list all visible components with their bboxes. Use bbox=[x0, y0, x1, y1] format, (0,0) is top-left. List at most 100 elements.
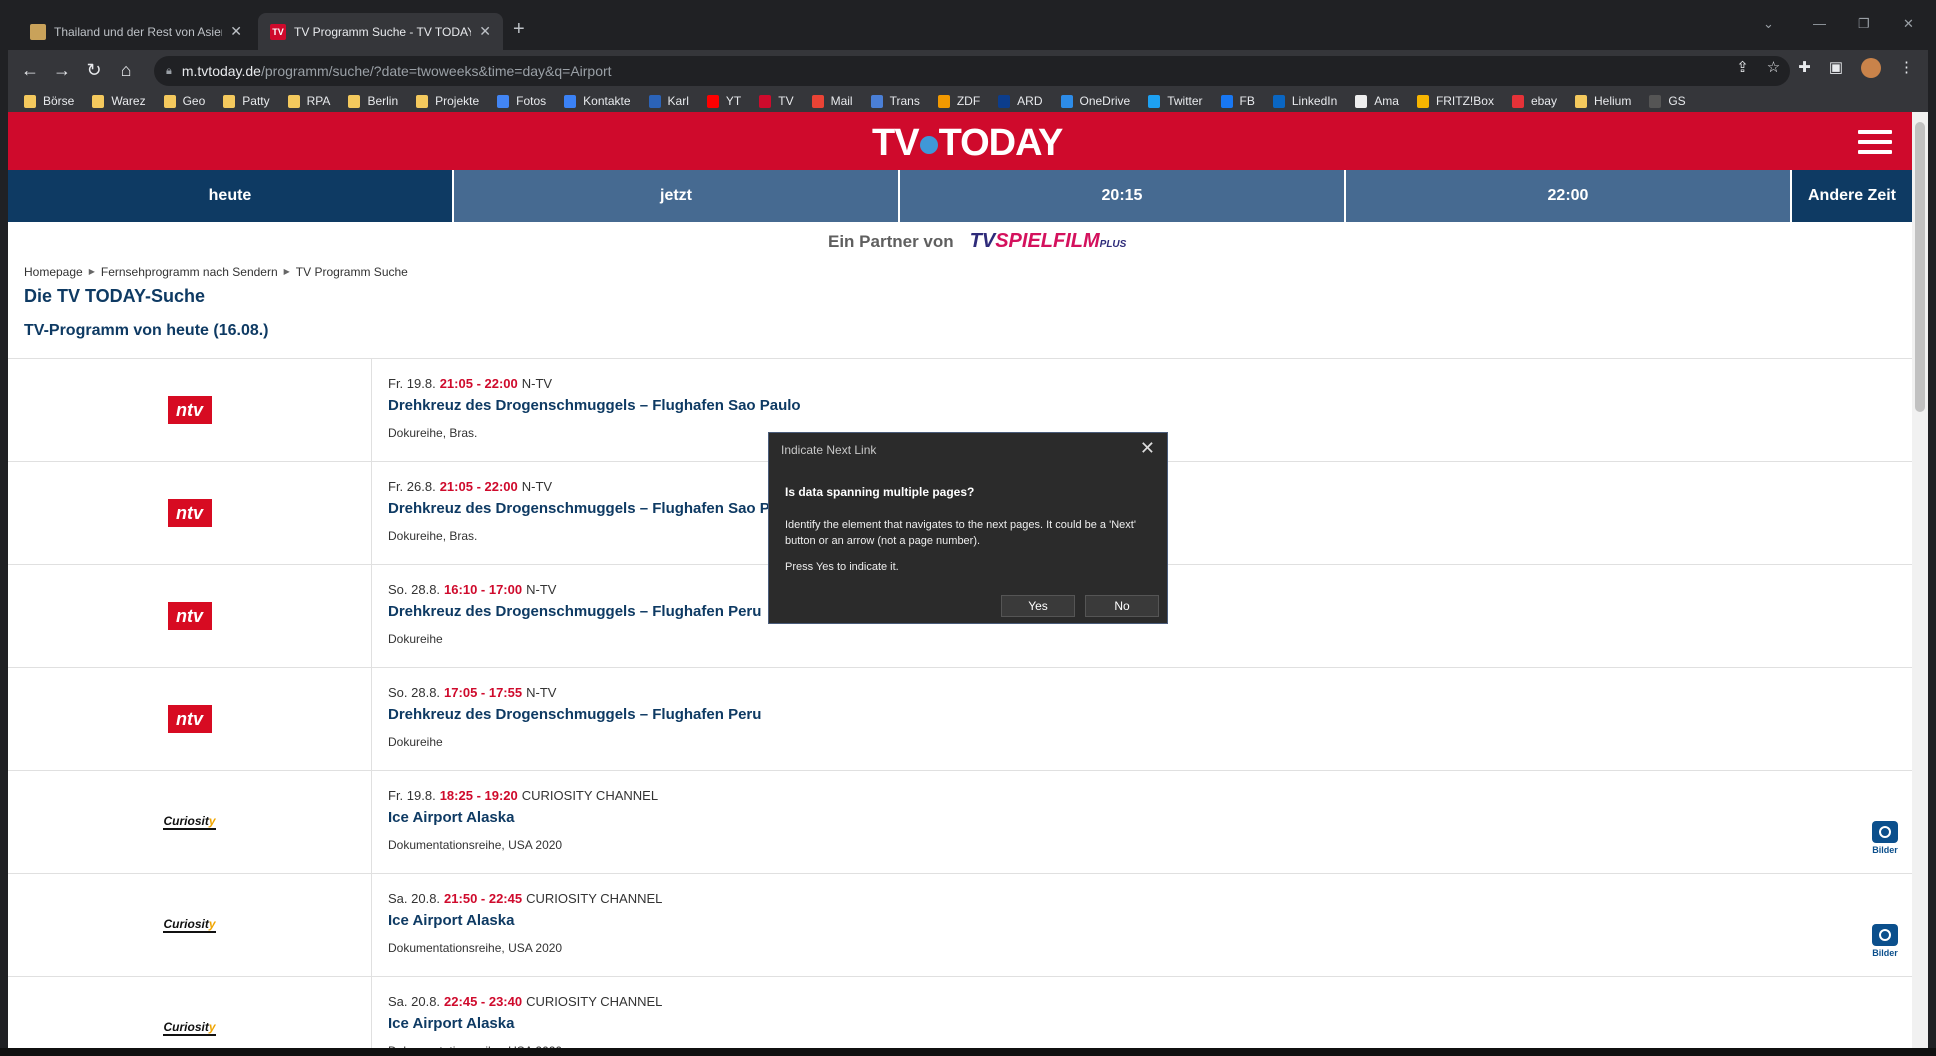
bookmark-3[interactable]: Patty bbox=[223, 94, 270, 108]
nav-heute[interactable]: heute bbox=[8, 170, 454, 222]
no-button[interactable]: No bbox=[1085, 595, 1159, 617]
bookmark-16[interactable]: OneDrive bbox=[1060, 94, 1131, 108]
bookmark-17[interactable]: Twitter bbox=[1148, 94, 1203, 108]
reload-icon[interactable]: ↻ bbox=[78, 60, 110, 81]
new-tab-icon[interactable]: + bbox=[513, 18, 525, 41]
tab-search-icon[interactable]: ⌄ bbox=[1763, 16, 1774, 32]
bookmark-12[interactable]: Mail bbox=[811, 94, 853, 108]
bookmark-favicon-icon bbox=[1355, 94, 1368, 108]
nav-2015[interactable]: 20:15 bbox=[900, 170, 1346, 222]
share-icon[interactable]: ⇪ bbox=[1736, 58, 1749, 78]
bookmark-15[interactable]: ARD bbox=[998, 94, 1043, 108]
bookmark-18[interactable]: FB bbox=[1220, 94, 1255, 108]
broadcast-title[interactable]: Drehkreuz des Drogenschmuggels – Flughaf… bbox=[388, 706, 761, 723]
yes-button[interactable]: Yes bbox=[1001, 595, 1075, 617]
table-row[interactable]: Curiosity Sa. 20.8. 21:50 - 22:45 CURIOSITY… bbox=[8, 874, 1912, 977]
bookmark-14[interactable]: ZDF bbox=[937, 94, 980, 108]
camera-icon bbox=[1872, 924, 1898, 946]
forum-favicon-icon bbox=[30, 23, 46, 40]
channel-logo-cell: ntv bbox=[8, 462, 372, 564]
back-icon[interactable]: ← bbox=[14, 60, 46, 81]
home-icon[interactable]: ⌂ bbox=[110, 60, 142, 81]
hamburger-menu-icon[interactable] bbox=[1858, 130, 1892, 160]
bookmark-19[interactable]: LinkedIn bbox=[1272, 94, 1337, 108]
broadcast-time: 17:05 - 17:55 bbox=[444, 685, 523, 700]
address-bar[interactable]: 🔒︎ m.tvtoday.de/programm/suche/?date=two… bbox=[154, 56, 1790, 86]
tab-thailand[interactable]: Thailand und der Rest von Asien ✕ bbox=[18, 13, 254, 50]
broadcast-title[interactable]: Ice Airport Alaska bbox=[388, 809, 658, 826]
broadcast-title[interactable]: Ice Airport Alaska bbox=[388, 912, 662, 929]
bookmark-9[interactable]: Karl bbox=[648, 94, 689, 108]
bookmark-label: ARD bbox=[1017, 94, 1043, 108]
bookmark-10[interactable]: YT bbox=[706, 94, 741, 108]
bookmark-7[interactable]: Fotos bbox=[497, 94, 546, 108]
bookmark-2[interactable]: Geo bbox=[163, 94, 205, 108]
close-tab-icon[interactable]: ✕ bbox=[230, 23, 242, 40]
bookmark-23[interactable]: Helium bbox=[1574, 94, 1631, 108]
broadcast-date: Fr. 26.8. bbox=[388, 479, 436, 494]
profile-avatar-icon[interactable] bbox=[1861, 58, 1881, 78]
bookmark-5[interactable]: Berlin bbox=[348, 94, 398, 108]
bilder-button[interactable]: Bilder bbox=[1872, 924, 1898, 958]
nav-jetzt[interactable]: jetzt bbox=[454, 170, 900, 222]
breadcrumb-current[interactable]: TV Programm Suche bbox=[296, 265, 408, 279]
partner-logo-plus: PLUS bbox=[1099, 239, 1127, 250]
bookmark-22[interactable]: ebay bbox=[1511, 94, 1557, 108]
nav-2200[interactable]: 22:00 bbox=[1346, 170, 1792, 222]
broadcast-meta: Fr. 26.8. 21:05 - 22:00 N-TV bbox=[388, 479, 770, 494]
side-panel-icon[interactable]: ▣ bbox=[1829, 58, 1843, 78]
broadcast-genre: Dokureihe bbox=[388, 735, 443, 749]
table-row[interactable]: Curiosity Fr. 19.8. 18:25 - 19:20 CURIOSITY… bbox=[8, 771, 1912, 874]
broadcast-title[interactable]: Drehkreuz des Drogenschmuggels – Flughaf… bbox=[388, 500, 770, 517]
bookmark-favicon-icon bbox=[937, 94, 950, 108]
restore-icon[interactable]: ❐ bbox=[1858, 16, 1870, 32]
bookmark-4[interactable]: RPA bbox=[287, 94, 330, 108]
page-subtitle: TV-Programm von heute (16.08.) bbox=[24, 322, 269, 339]
broadcast-time: 22:45 - 23:40 bbox=[444, 994, 523, 1009]
bookmark-label: Karl bbox=[667, 94, 689, 108]
bilder-label: Bilder bbox=[1872, 948, 1898, 958]
page-scrollbar[interactable] bbox=[1912, 112, 1928, 1048]
minimize-icon[interactable]: — bbox=[1813, 16, 1826, 31]
bookmark-star-icon[interactable]: ☆ bbox=[1767, 58, 1780, 78]
bookmark-favicon-icon bbox=[416, 94, 429, 108]
tab-tvtoday[interactable]: TV TV Programm Suche - TV TODAY ✕ bbox=[258, 13, 503, 50]
dialog-close-icon[interactable]: ✕ bbox=[1140, 438, 1155, 459]
bookmark-13[interactable]: Trans bbox=[870, 94, 920, 108]
close-tab-icon[interactable]: ✕ bbox=[479, 23, 491, 40]
table-row[interactable]: Curiosity Sa. 20.8. 22:45 - 23:40 CURIOSITY… bbox=[8, 977, 1912, 1048]
broadcast-title[interactable]: Ice Airport Alaska bbox=[388, 1015, 662, 1032]
close-window-icon[interactable]: ✕ bbox=[1903, 16, 1914, 32]
broadcast-title[interactable]: Drehkreuz des Drogenschmuggels – Flughaf… bbox=[388, 603, 761, 620]
bookmark-label: GS bbox=[1668, 94, 1686, 108]
breadcrumb-home[interactable]: Homepage bbox=[24, 265, 83, 279]
bookmark-label: FB bbox=[1239, 94, 1255, 108]
bookmark-20[interactable]: Ama bbox=[1355, 94, 1399, 108]
curiosity-logo: Curiosity bbox=[163, 917, 216, 933]
bookmark-24[interactable]: GS bbox=[1649, 94, 1686, 108]
bookmark-label: OneDrive bbox=[1079, 94, 1131, 108]
bookmark-8[interactable]: Kontakte bbox=[564, 94, 631, 108]
bookmark-favicon-icon bbox=[1511, 94, 1524, 108]
bookmark-1[interactable]: Warez bbox=[92, 94, 146, 108]
bilder-button[interactable]: Bilder bbox=[1872, 821, 1898, 855]
bookmark-favicon-icon bbox=[1060, 94, 1073, 108]
menu-icon[interactable]: ⋮ bbox=[1899, 58, 1914, 78]
bookmark-0[interactable]: Börse bbox=[24, 94, 74, 108]
broadcast-title[interactable]: Drehkreuz des Drogenschmuggels – Flughaf… bbox=[388, 397, 801, 414]
curiosity-logo: Curiosity bbox=[163, 814, 216, 830]
breadcrumb-sender[interactable]: Fernsehprogramm nach Sendern bbox=[101, 265, 278, 279]
nav-andere-zeit[interactable]: Andere Zeit bbox=[1792, 170, 1912, 222]
bookmarks-bar: Börse Warez Geo Patty RPA Berlin Projekte Fotos… bbox=[8, 90, 1928, 112]
table-row[interactable]: ntv So. 28.8. 17:05 - 17:55 N-TV Drehkreuz d… bbox=[8, 668, 1912, 771]
forward-icon[interactable]: → bbox=[46, 60, 78, 81]
tvtoday-logo[interactable]: TV TODAY bbox=[872, 122, 1063, 165]
bookmark-6[interactable]: Projekte bbox=[416, 94, 479, 108]
extensions-icon[interactable]: ✚ bbox=[1798, 58, 1811, 78]
channel-logo-cell: Curiosity bbox=[8, 874, 372, 976]
bookmark-favicon-icon bbox=[1649, 94, 1662, 108]
bookmark-11[interactable]: TV bbox=[759, 94, 794, 108]
tvspielfilm-logo[interactable]: TVSPIELFILMPLUS bbox=[970, 230, 1127, 253]
scrollbar-thumb[interactable] bbox=[1915, 122, 1925, 412]
bookmark-21[interactable]: FRITZ!Box bbox=[1416, 94, 1494, 108]
